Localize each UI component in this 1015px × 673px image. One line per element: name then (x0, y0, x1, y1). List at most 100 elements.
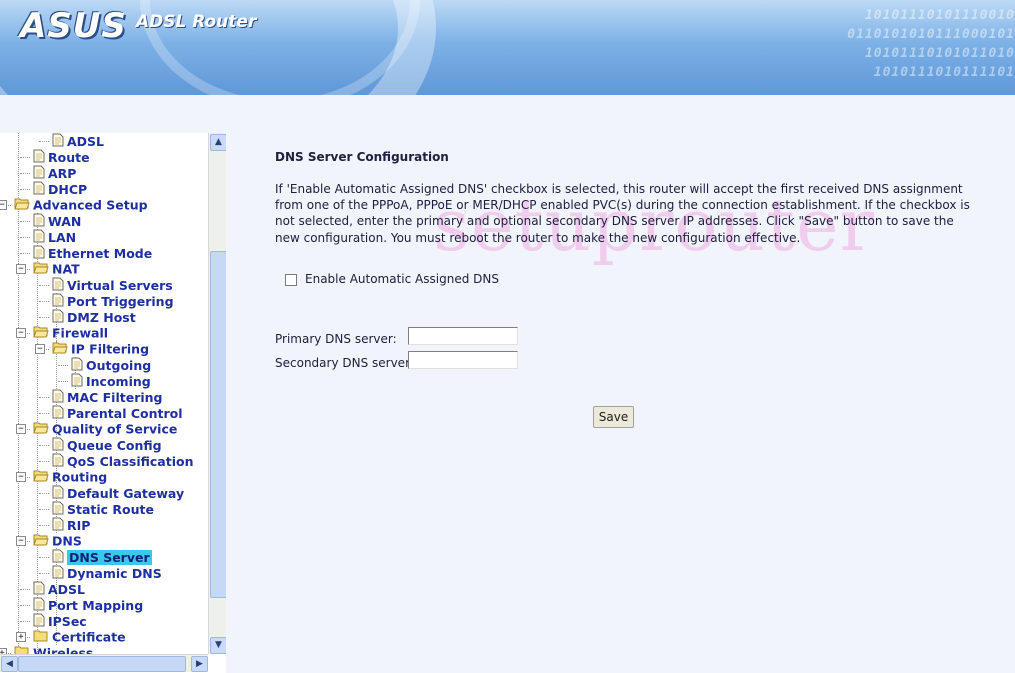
tree-connector (20, 605, 30, 606)
tree-connector (39, 413, 49, 414)
tree-item-parental-control[interactable]: Parental Control (52, 405, 183, 421)
tree-item-mac-filtering[interactable]: MAC Filtering (52, 389, 163, 405)
navigation-tree: ADSL Route ARP DHCP − Advanced Setup WAN LAN Eth… (0, 133, 208, 654)
expand-toggle[interactable]: + (16, 632, 26, 642)
tree-item-qos-classification[interactable]: QoS Classification (52, 453, 193, 469)
tree-item-incoming[interactable]: Incoming (71, 373, 151, 389)
scroll-right-button[interactable]: ▶ (191, 656, 208, 672)
tree-item-routing[interactable]: Routing (33, 469, 107, 485)
folder-closed-icon (14, 645, 30, 654)
secondary-dns-label: Secondary DNS server: (275, 356, 414, 370)
tree-item-adsl[interactable]: ADSL (33, 581, 85, 597)
tree-item-nat[interactable]: NAT (33, 261, 80, 277)
tree-item-label: Routing (52, 469, 108, 485)
tree-item-label: DNS (52, 533, 82, 549)
tree-item-label: Advanced Setup (33, 197, 148, 213)
collapse-toggle[interactable]: − (16, 472, 26, 482)
binary-line: 10101110101110010 (864, 8, 1015, 23)
vertical-scrollbar[interactable]: ▲ ▼ (208, 133, 227, 654)
tree-item-lan[interactable]: LAN (33, 229, 76, 245)
collapse-toggle[interactable]: − (35, 344, 45, 354)
scroll-thumb-horizontal[interactable] (18, 656, 186, 672)
tree-item-label: Parental Control (67, 406, 183, 421)
binary-line: 1010111010111101 (873, 65, 1015, 80)
tree-item-quality-of-service[interactable]: Quality of Service (33, 421, 177, 437)
scroll-down-button[interactable]: ▼ (210, 637, 227, 654)
tree-item-label: Static Route (67, 502, 154, 517)
tree-item-default-gateway[interactable]: Default Gateway (52, 485, 184, 501)
tree-item-ipsec[interactable]: IPSec (33, 613, 87, 629)
tree-item-queue-config[interactable]: Queue Config (52, 437, 162, 453)
tree-item-static-route[interactable]: Static Route (52, 501, 154, 517)
collapse-toggle[interactable]: − (16, 328, 26, 338)
tree-connector (39, 141, 49, 142)
tree-item-label: ARP (48, 166, 77, 181)
tree-item-label: Ethernet Mode (48, 246, 153, 261)
tree-item-label: DHCP (48, 182, 88, 197)
secondary-dns-input[interactable] (408, 351, 518, 369)
tree-item-certificate[interactable]: Certificate (33, 629, 126, 645)
tree-item-virtual-servers[interactable]: Virtual Servers (52, 277, 173, 293)
folder-closed-icon (33, 629, 49, 646)
tree-item-firewall[interactable]: Firewall (33, 325, 108, 341)
scroll-up-button[interactable]: ▲ (210, 134, 227, 151)
asus-logo: ASUS (20, 6, 127, 46)
page-description: If 'Enable Automatic Assigned DNS' check… (275, 182, 970, 245)
folder-open-icon (52, 341, 68, 358)
tree-item-ip-filtering[interactable]: IP Filtering (52, 341, 149, 357)
scroll-left-button[interactable]: ◀ (1, 656, 18, 672)
product-name: ADSL Router (136, 12, 257, 32)
tree-connector (20, 221, 30, 222)
tree-connector (20, 189, 30, 190)
tree-item-dmz-host[interactable]: DMZ Host (52, 309, 136, 325)
tree-item-label: IPSec (48, 614, 87, 629)
save-button[interactable]: Save (593, 406, 634, 428)
binary-line: 10101110101011010 (864, 46, 1015, 61)
tree-item-ethernet-mode[interactable]: Ethernet Mode (33, 245, 152, 261)
tree-item-label: Firewall (52, 325, 109, 341)
horizontal-scrollbar[interactable]: ◀ ▶ (0, 654, 208, 672)
tree-item-dhcp[interactable]: DHCP (33, 181, 87, 197)
tree-item-label: Port Triggering (67, 294, 174, 309)
collapse-toggle[interactable]: − (16, 264, 26, 274)
tree-item-label: IP Filtering (71, 341, 150, 357)
collapse-toggle[interactable]: − (16, 536, 26, 546)
main-content: setuprouter DNS Server Configuration If … (226, 95, 1015, 673)
tree-item-adsl[interactable]: ADSL (52, 133, 104, 149)
tree-item-rip[interactable]: RIP (52, 517, 90, 533)
auto-dns-label: Enable Automatic Assigned DNS (305, 272, 499, 286)
auto-dns-checkbox[interactable] (285, 273, 297, 286)
folder-open-icon (33, 469, 49, 486)
primary-dns-input[interactable] (408, 327, 518, 345)
tree-item-label: WAN (48, 214, 82, 229)
tree-item-port-triggering[interactable]: Port Triggering (52, 293, 174, 309)
binary-line: 0110101010111000101 (847, 27, 1015, 42)
tree-item-dns-server[interactable]: DNS Server (52, 549, 152, 565)
tree-connector (20, 237, 30, 238)
folder-open-icon (33, 261, 49, 278)
tree-item-dns[interactable]: DNS (33, 533, 82, 549)
tree-item-label: Certificate (52, 629, 126, 645)
tree-item-advanced-setup[interactable]: Advanced Setup (14, 197, 148, 213)
tree-connector (39, 525, 49, 526)
tree-item-wan[interactable]: WAN (33, 213, 81, 229)
tree-item-label: Wireless (33, 645, 94, 655)
tree-connector (20, 173, 30, 174)
collapse-toggle[interactable]: − (16, 424, 26, 434)
tree-item-arp[interactable]: ARP (33, 165, 76, 181)
tree-item-wireless[interactable]: Wireless (14, 645, 93, 654)
tree-connector (58, 365, 68, 366)
tree-item-port-mapping[interactable]: Port Mapping (33, 597, 143, 613)
tree-item-label: DNS Server (67, 550, 152, 565)
collapse-toggle[interactable]: − (0, 200, 7, 210)
primary-dns-label: Primary DNS server: (275, 332, 397, 346)
page-title: DNS Server Configuration (275, 150, 449, 164)
tree-connector (20, 157, 30, 158)
tree-item-outgoing[interactable]: Outgoing (71, 357, 151, 373)
scroll-thumb[interactable] (210, 251, 227, 598)
tree-item-label: Outgoing (86, 358, 152, 373)
tree-item-label: Dynamic DNS (67, 566, 162, 581)
tree-item-label: Queue Config (67, 438, 162, 453)
tree-item-route[interactable]: Route (33, 149, 90, 165)
tree-item-dynamic-dns[interactable]: Dynamic DNS (52, 565, 162, 581)
